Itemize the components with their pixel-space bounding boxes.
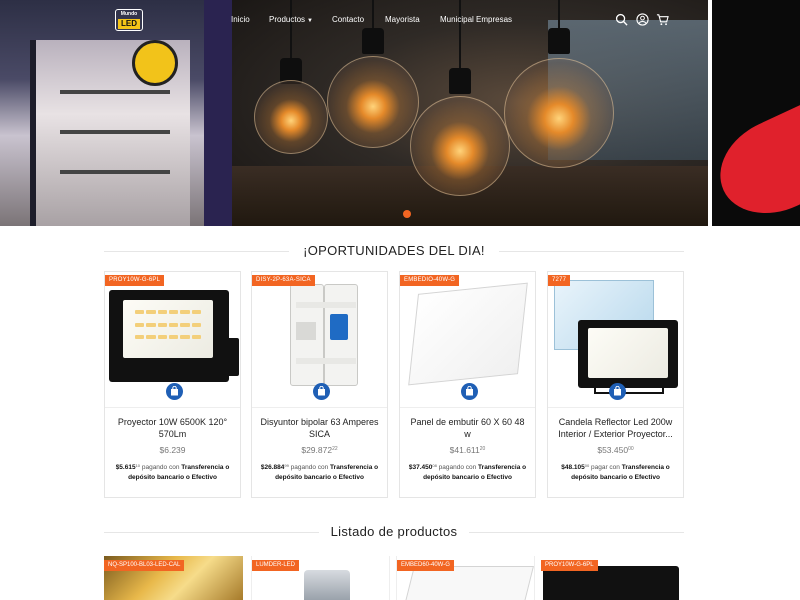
brand-logo[interactable]: Mundo LED <box>115 9 143 31</box>
product-price: $6.239 <box>159 445 186 455</box>
sku-badge: DISY-2P-63A-SICA <box>252 275 315 286</box>
list-section-title: Listado de productos <box>104 523 684 541</box>
product-name[interactable]: Panel de embutir 60 X 60 48 w <box>406 416 529 440</box>
nav-mayorista[interactable]: Mayorista <box>385 15 420 24</box>
promo-price-text: $37.45008 pagando con Transferencia o de… <box>408 463 527 481</box>
sku-badge: PROY10W-G-6PL <box>105 275 165 286</box>
hero-slide-store <box>0 0 232 226</box>
quick-buy-button[interactable] <box>166 383 183 400</box>
quick-buy-button[interactable] <box>461 383 478 400</box>
list-product-card[interactable]: PROY10W-G-6PL <box>541 556 680 600</box>
bag-icon <box>614 386 621 396</box>
sku-badge: PROY10W-G-6PL <box>541 560 598 571</box>
list-product-card[interactable]: LUMDER-LED <box>251 556 390 600</box>
deals-section-title: ¡OPORTUNIDADES DEL DIA! <box>104 242 684 260</box>
sku-badge: NQ-SP100-BL03-LED-CAL <box>104 560 185 571</box>
nav-contacto[interactable]: Contacto <box>332 15 364 24</box>
sku-badge: EMBEDIO-40W-G <box>400 275 460 286</box>
product-card[interactable]: PROY10W-G-6PL Proyector 10W 6500K 120° 5… <box>104 271 241 498</box>
cart-icon[interactable] <box>656 13 669 26</box>
search-icon[interactable] <box>615 13 628 26</box>
bag-icon <box>171 386 178 396</box>
list-product-card[interactable]: EMBED60-40W-G <box>396 556 535 600</box>
product-card[interactable]: 7277 Candela Reflector Led 200w Interior… <box>547 271 684 498</box>
product-name[interactable]: Candela Reflector Led 200w Interior / Ex… <box>554 416 677 440</box>
nav-inicio[interactable]: Inicio <box>231 15 250 24</box>
quick-buy-button[interactable] <box>313 383 330 400</box>
chevron-down-icon: ▼ <box>307 18 313 24</box>
bag-icon <box>318 386 325 396</box>
nav-productos[interactable]: Productos ▼ <box>269 15 313 24</box>
hero-slider[interactable]: Mundo LED Inicio Productos ▼ Contacto May… <box>0 0 800 226</box>
user-icon[interactable] <box>636 13 649 26</box>
product-price: $29.87222 <box>301 445 338 455</box>
product-card[interactable]: EMBEDIO-40W-G Panel de embutir 60 X 60 4… <box>399 271 536 498</box>
sku-badge: 7277 <box>548 275 571 286</box>
hero-slide-pendant-lamps <box>232 0 708 226</box>
slider-dot-active[interactable] <box>403 210 411 218</box>
nav-municipal-empresas[interactable]: Municipal Empresas <box>440 15 512 24</box>
list-product-card[interactable]: NQ-SP100-BL03-LED-CAL <box>104 556 243 600</box>
hero-slide-next <box>704 0 800 226</box>
promo-price-text: $26.88499 pagando con Transferencia o de… <box>260 463 379 481</box>
product-price: $41.61120 <box>449 445 486 455</box>
product-name[interactable]: Proyector 10W 6500K 120° 570Lm <box>111 416 234 440</box>
bag-icon <box>466 386 473 396</box>
promo-price-text: $48.10500 pagar con Transferencia o depó… <box>561 463 670 481</box>
promo-price-text: $5.61510 pagando con Transferencia o dep… <box>115 463 230 481</box>
product-card[interactable]: DISY-2P-63A-SICA Disyuntor bipolar 63 Am… <box>251 271 388 498</box>
product-name[interactable]: Disyuntor bipolar 63 Amperes SICA <box>258 416 381 440</box>
sku-badge: EMBED60-40W-G <box>397 560 454 571</box>
sku-badge: LUMDER-LED <box>252 560 300 571</box>
product-price: $53.45000 <box>597 445 634 455</box>
quick-buy-button[interactable] <box>609 383 626 400</box>
